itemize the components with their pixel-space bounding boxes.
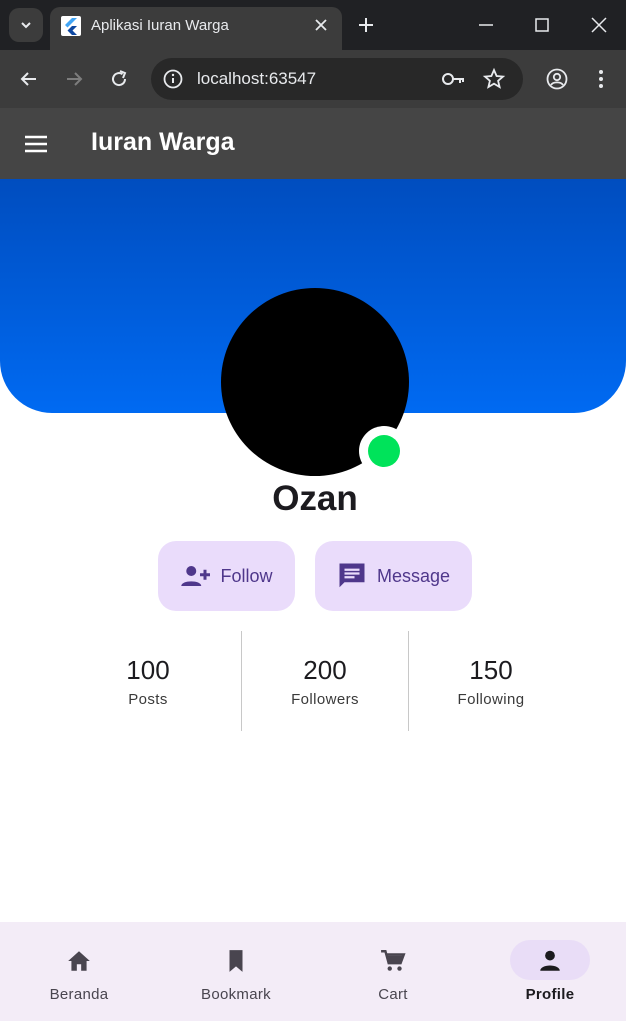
nav-label-cart: Cart [378, 986, 408, 1003]
nav-item-cart[interactable]: Cart [315, 922, 471, 1021]
close-window-icon[interactable] [589, 15, 609, 35]
address-bar[interactable]: localhost:63547 [151, 58, 523, 100]
follow-button[interactable]: Follow [158, 541, 295, 611]
stat-following: 150 Following [436, 655, 546, 708]
bookmark-icon [229, 950, 243, 972]
message-button[interactable]: Message [315, 541, 472, 611]
nav-label-beranda: Beranda [49, 986, 109, 1003]
minimize-icon[interactable] [476, 15, 496, 35]
stat-divider [241, 631, 242, 731]
message-button-label: Message [376, 565, 451, 586]
browser-tab[interactable]: Aplikasi Iuran Warga [50, 7, 342, 50]
bottom-navigation-bar: Beranda Bookmark Cart Profile [0, 922, 626, 1021]
account-icon[interactable] [545, 67, 569, 91]
password-key-icon[interactable] [440, 68, 466, 90]
stat-followers-label: Followers [291, 691, 359, 708]
url-text[interactable]: localhost:63547 [197, 69, 316, 89]
online-status-dot [368, 435, 400, 467]
hamburger-menu-icon[interactable] [22, 132, 50, 156]
app-title: Iuran Warga [91, 128, 235, 156]
more-vert-icon[interactable] [589, 67, 613, 91]
follow-button-label: Follow [220, 565, 273, 586]
stat-posts-value: 100 [126, 655, 170, 685]
stat-divider [408, 631, 409, 731]
stat-followers: 200 Followers [270, 655, 380, 708]
nav-item-bookmark[interactable]: Bookmark [158, 922, 314, 1021]
tab-title: Aplikasi Iuran Warga [91, 17, 229, 34]
chevron-down-icon [21, 22, 31, 29]
stat-posts-label: Posts [128, 691, 168, 708]
profile-name: Ozan [272, 479, 358, 518]
app-bar: Iuran Warga [0, 108, 626, 179]
forward-arrow-icon[interactable] [62, 67, 86, 91]
person-icon [540, 950, 560, 971]
stat-followers-value: 200 [303, 655, 347, 685]
cart-icon [381, 950, 406, 971]
site-info-icon[interactable] [162, 68, 184, 90]
browser-toolbar: localhost:63547 [0, 50, 626, 108]
new-tab-icon[interactable] [356, 15, 376, 35]
flutter-favicon-icon [61, 16, 81, 36]
nav-item-beranda[interactable]: Beranda [1, 922, 157, 1021]
bookmark-star-icon[interactable] [482, 67, 506, 91]
tab-search-button[interactable] [9, 8, 43, 42]
stat-posts: 100 Posts [98, 655, 198, 708]
maximize-icon[interactable] [532, 15, 552, 35]
nav-label-bookmark: Bookmark [201, 986, 271, 1003]
nav-item-profile[interactable]: Profile [472, 922, 626, 1021]
message-icon [339, 563, 365, 588]
back-arrow-icon[interactable] [17, 67, 41, 91]
stat-following-value: 150 [469, 655, 513, 685]
home-icon [68, 951, 90, 971]
close-tab-icon[interactable] [312, 16, 330, 34]
person-add-icon [181, 566, 211, 586]
reload-icon[interactable] [107, 67, 131, 91]
online-status-indicator [359, 426, 409, 476]
stat-following-label: Following [457, 691, 525, 708]
nav-label-profile: Profile [525, 986, 575, 1003]
browser-titlebar: Aplikasi Iuran Warga [0, 0, 626, 50]
